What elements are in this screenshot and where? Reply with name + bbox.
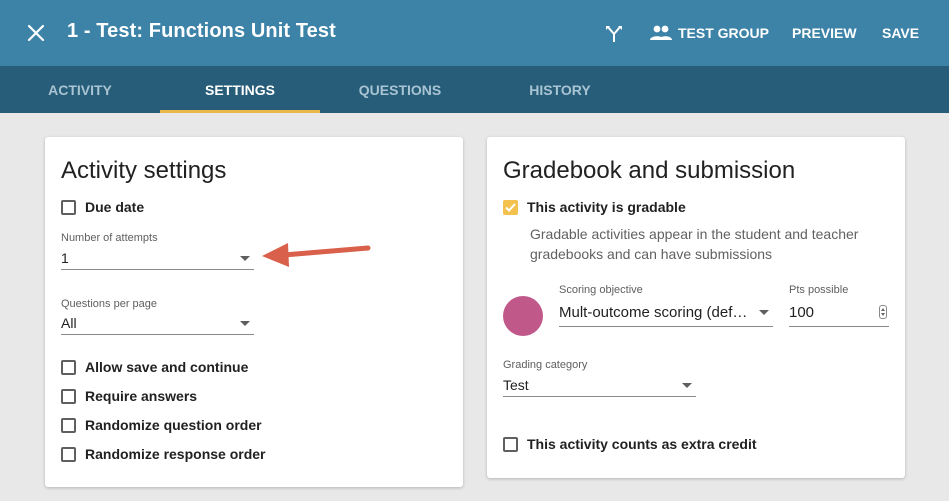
- option-row[interactable]: Randomize response order: [61, 446, 266, 462]
- gradable-checkbox-row[interactable]: This activity is gradable: [503, 199, 686, 215]
- extra-credit-label: This activity counts as extra credit: [527, 436, 757, 452]
- scoring-objective-value: Mult-outcome scoring (default): [559, 304, 749, 321]
- stepper-icon[interactable]: [879, 305, 887, 319]
- activity-settings-card: [45, 137, 463, 487]
- scoring-color-avatar: [503, 296, 543, 336]
- attempts-label: Number of attempts: [61, 232, 158, 244]
- option-row[interactable]: Randomize question order: [61, 417, 262, 433]
- questions-per-page-value: All: [61, 315, 77, 331]
- pts-possible-label: Pts possible: [789, 284, 849, 296]
- check-icon: [505, 202, 516, 212]
- extra-credit-checkbox[interactable]: [503, 436, 518, 452]
- option-label: Randomize question order: [85, 417, 262, 433]
- tab-bar: ACTIVITY SETTINGS QUESTIONS HISTORY: [0, 66, 949, 113]
- active-tab-indicator: [160, 110, 320, 113]
- option-row[interactable]: Allow save and continue: [61, 359, 248, 375]
- test-group-button[interactable]: TEST GROUP: [650, 22, 769, 44]
- questions-per-page-select[interactable]: All: [61, 313, 254, 335]
- tab-history[interactable]: HISTORY: [480, 66, 640, 113]
- allow-save-checkbox[interactable]: [61, 359, 76, 375]
- grading-category-select[interactable]: Test: [503, 375, 696, 397]
- chevron-down-icon: [240, 321, 250, 326]
- fork-icon[interactable]: [603, 22, 625, 44]
- page-title: 1 - Test: Functions Unit Test: [67, 20, 336, 42]
- test-group-label: TEST GROUP: [678, 25, 770, 41]
- gradable-description: Gradable activities appear in the studen…: [530, 226, 859, 262]
- due-date-checkbox-row[interactable]: Due date: [61, 199, 144, 215]
- grading-category-label: Grading category: [503, 359, 588, 371]
- tab-activity[interactable]: ACTIVITY: [0, 66, 160, 113]
- close-icon[interactable]: [24, 21, 48, 45]
- pts-possible-value: 100: [789, 304, 815, 321]
- randomize-response-checkbox[interactable]: [61, 446, 76, 462]
- scoring-objective-label: Scoring objective: [559, 284, 643, 296]
- save-button[interactable]: SAVE: [882, 25, 919, 41]
- chevron-down-icon: [759, 310, 769, 315]
- due-date-label: Due date: [85, 199, 145, 215]
- tab-questions[interactable]: QUESTIONS: [320, 66, 480, 113]
- tab-settings[interactable]: SETTINGS: [160, 66, 320, 113]
- option-label: Randomize response order: [85, 446, 266, 462]
- extra-credit-checkbox-row[interactable]: This activity counts as extra credit: [503, 436, 757, 452]
- gradable-checkbox[interactable]: [503, 199, 518, 215]
- questions-per-page-label: Questions per page: [61, 298, 158, 310]
- attempts-value: 1: [61, 250, 69, 266]
- activity-settings-title: Activity settings: [61, 157, 227, 184]
- gradebook-title: Gradebook and submission: [503, 157, 796, 184]
- randomize-question-checkbox[interactable]: [61, 417, 76, 433]
- pts-possible-input[interactable]: 100: [789, 302, 889, 327]
- option-label: Require answers: [85, 388, 198, 404]
- due-date-checkbox[interactable]: [61, 199, 76, 215]
- annotation-arrow-icon: [262, 243, 371, 267]
- grading-category-value: Test: [503, 377, 529, 393]
- preview-button[interactable]: PREVIEW: [792, 25, 857, 41]
- people-icon: [650, 25, 672, 40]
- option-row[interactable]: Require answers: [61, 388, 197, 404]
- scoring-objective-select[interactable]: Mult-outcome scoring (default): [559, 302, 773, 327]
- attempts-select[interactable]: 1: [61, 248, 254, 270]
- chevron-down-icon: [682, 383, 692, 388]
- chevron-down-icon: [240, 256, 250, 261]
- gradable-label: This activity is gradable: [527, 199, 686, 215]
- top-app-bar: 1 - Test: Functions Unit Test TEST GROUP…: [0, 0, 949, 66]
- require-answers-checkbox[interactable]: [61, 388, 76, 404]
- option-label: Allow save and continue: [85, 359, 249, 375]
